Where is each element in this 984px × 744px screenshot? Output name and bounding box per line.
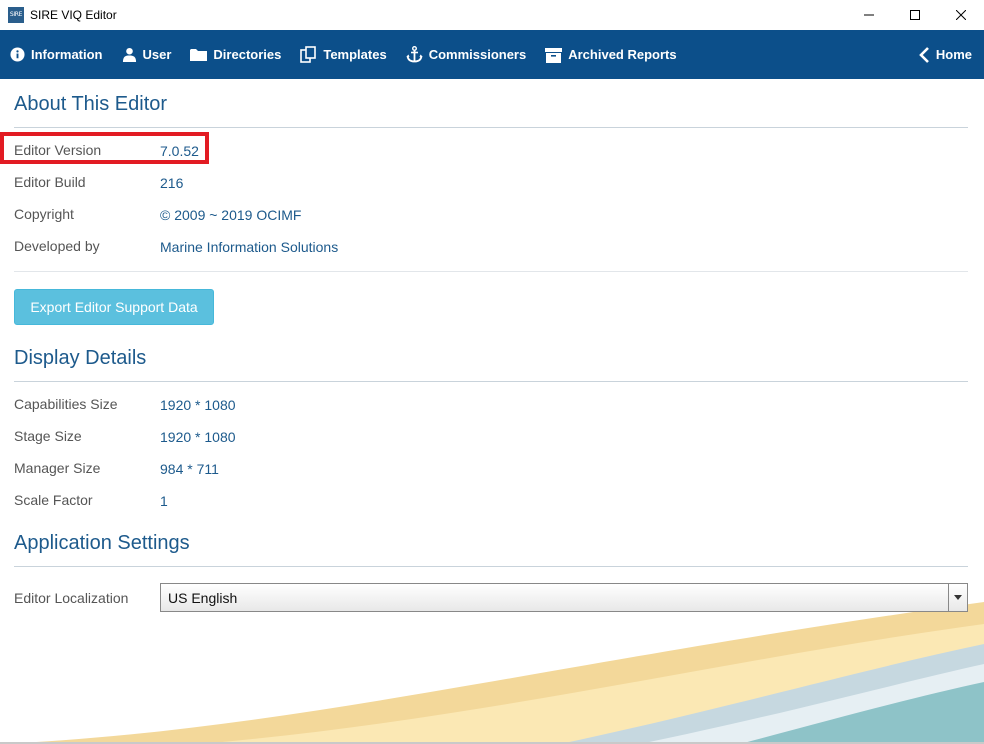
capabilities-size-label: Capabilities Size [14,396,118,412]
display-section-title: Display Details [14,347,147,369]
copyright-value: © 2009 ~ 2019 OCIMF [160,207,302,223]
nav-templates-label: Templates [323,47,387,62]
user-icon [122,47,136,62]
nav-directories[interactable]: Directories [190,30,281,79]
editor-build-value: 216 [160,175,184,191]
developed-by-label: Developed by [14,238,100,254]
display-divider [14,381,968,382]
main-navbar: Information User Directories Templates C… [0,30,984,79]
info-icon [10,47,25,62]
maximize-button[interactable] [892,0,938,30]
editor-localization-value: US English [168,590,238,606]
nav-home[interactable]: Home [919,30,972,79]
about-divider [14,127,968,128]
nav-directories-label: Directories [213,47,282,62]
manager-size-label: Manager Size [14,460,101,476]
chevron-left-icon [919,46,929,63]
anchor-icon [406,46,423,63]
nav-home-label: Home [935,47,972,62]
decorative-waves [0,602,984,744]
about-bottom-divider [14,271,968,272]
maximize-icon [910,10,920,20]
close-button[interactable] [938,0,984,30]
editor-localization-select[interactable]: US English [160,583,968,612]
editor-version-value: 7.0.52 [160,143,199,159]
nav-information[interactable]: Information [10,30,103,79]
nav-commissioners-label: Commissioners [428,47,527,62]
archive-icon [545,47,563,63]
export-support-data-button[interactable]: Export Editor Support Data [14,289,214,325]
nav-information-label: Information [31,47,103,62]
nav-archived-reports-label: Archived Reports [568,47,677,62]
nav-commissioners[interactable]: Commissioners [406,30,527,79]
capabilities-size-value: 1920 * 1080 [160,397,236,413]
developed-by-value: Marine Information Solutions [160,239,339,255]
templates-icon [300,46,317,63]
settings-section-title: Application Settings [14,532,190,554]
scale-factor-value: 1 [160,493,168,509]
settings-divider [14,566,968,567]
dropdown-arrow-icon[interactable] [948,584,967,611]
editor-version-label: Editor Version [14,142,102,158]
minimize-icon [864,14,874,16]
window-controls [846,0,984,30]
app-logo-icon: SIRE [8,7,24,23]
nav-templates[interactable]: Templates [300,30,387,79]
manager-size-value: 984 * 711 [160,461,219,477]
scale-factor-label: Scale Factor [14,492,93,508]
nav-archived-reports[interactable]: Archived Reports [545,30,677,79]
minimize-button[interactable] [846,0,892,30]
close-icon [956,10,966,20]
nav-user[interactable]: User [122,30,172,79]
nav-user-label: User [142,47,172,62]
editor-localization-label: Editor Localization [14,590,129,606]
window-title: SIRE VIQ Editor [30,8,117,22]
stage-size-label: Stage Size [14,428,82,444]
folder-icon [190,48,208,61]
copyright-label: Copyright [14,206,74,222]
title-bar: SIRE SIRE VIQ Editor [0,0,984,30]
about-section-title: About This Editor [14,93,168,115]
editor-build-label: Editor Build [14,174,86,190]
stage-size-value: 1920 * 1080 [160,429,236,445]
